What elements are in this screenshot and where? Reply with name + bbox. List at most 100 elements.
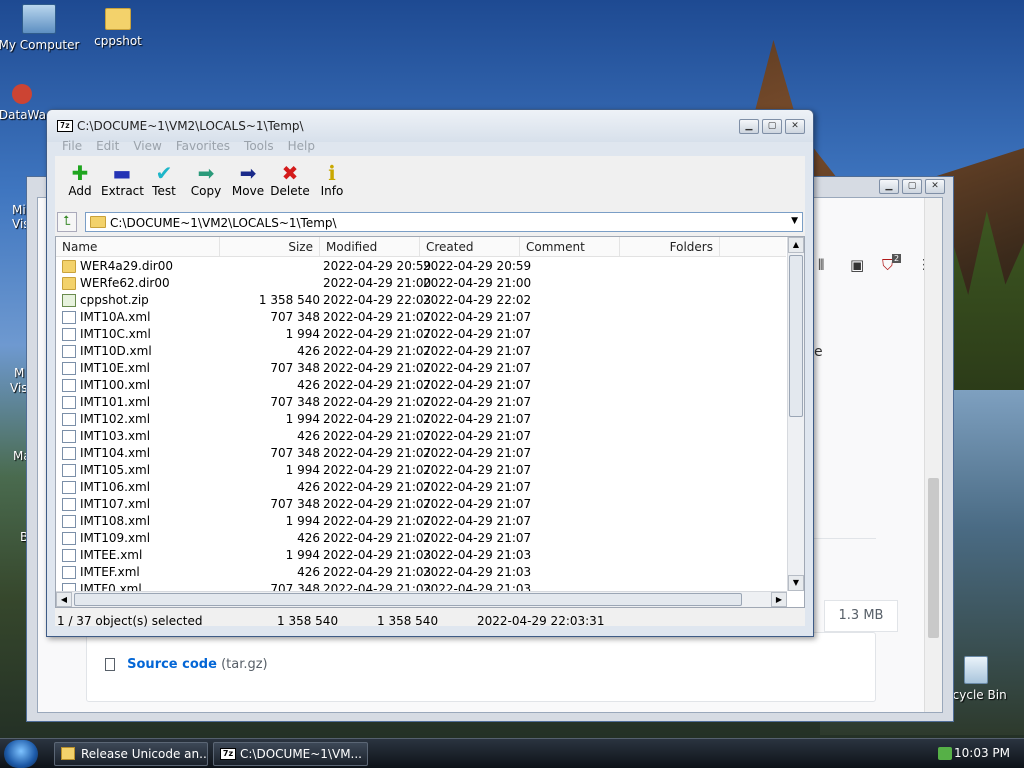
file-name: WER4a29.dir00 [80,259,174,273]
file-row[interactable]: IMT10A.xml 707 348 2022-04-29 21:07 2022-04… [56,309,786,326]
menu-view[interactable]: View [126,136,168,156]
add-button[interactable]: ✚ Add [59,156,101,210]
file-list[interactable]: Name Size Modified Created Comment Folde… [55,236,805,608]
desktop-icon-cppshot[interactable]: cppshot [76,4,160,48]
sevenzip-window[interactable]: 7z C:\DOCUME~1\VM2\LOCALS~1\Temp\ ▁ ▢ ✕ … [46,109,814,637]
file-row[interactable]: IMT106.xml 426 2022-04-29 21:07 2022-04-29 … [56,479,786,496]
menu-tools[interactable]: Tools [237,136,281,156]
file-row[interactable]: IMTEE.xml 1 994 2022-04-29 21:03 2022-04-29… [56,547,786,564]
file-row[interactable]: IMT108.xml 1 994 2022-04-29 21:07 2022-04-2… [56,513,786,530]
column-name[interactable]: Name [56,237,220,256]
file-modified: 2022-04-29 21:07 [323,395,432,409]
menu-help[interactable]: Help [281,136,322,156]
maximize-icon[interactable]: ▢ [902,179,922,194]
file-row[interactable]: IMT109.xml 426 2022-04-29 21:07 2022-04-29 … [56,530,786,547]
file-created: 2022-04-29 21:03 [423,548,532,562]
file-row[interactable]: WER4a29.dir00 2022-04-29 20:59 2022-04-29 … [56,258,786,275]
folder-icon [62,260,76,273]
file-size: 707 348 [270,361,320,375]
file-created: 2022-04-29 21:07 [423,531,532,545]
network-tray-icon[interactable] [938,747,952,760]
menu-file[interactable]: File [55,136,89,156]
sidebar-icon[interactable]: ▣ [850,256,864,274]
file-row[interactable]: IMT105.xml 1 994 2022-04-29 21:07 2022-04-2… [56,462,786,479]
file-name: IMT108.xml [80,514,151,528]
file-size: 1 994 [285,514,320,528]
window-title: C:\DOCUME~1\VM2\LOCALS~1\Temp\ [77,119,304,133]
file-row[interactable]: cppshot.zip 1 358 540 2022-04-29 22:03 2022… [56,292,786,309]
xml-file-icon [62,464,76,477]
file-row[interactable]: IMT104.xml 707 348 2022-04-29 21:07 2022-04… [56,445,786,462]
asset-row-source[interactable]: Source code (tar.gz) [86,632,876,702]
file-created: 2022-04-29 21:07 [423,497,532,511]
file-created: 2022-04-29 21:07 [423,344,532,358]
horizontal-scrollbar[interactable]: ◀ ▶ [56,591,787,607]
desktop-icon-my-computer[interactable]: My Computer [0,4,81,52]
column-created[interactable]: Created [420,237,520,256]
scroll-thumb[interactable] [789,255,803,417]
sevenzip-app-icon: 7z [220,748,236,760]
xml-file-icon [62,396,76,409]
menu-favorites[interactable]: Favorites [169,136,237,156]
column-comment[interactable]: Comment [520,237,620,256]
minimize-icon[interactable]: ▁ [739,119,759,134]
file-modified: 2022-04-29 21:07 [323,310,432,324]
scroll-left-icon[interactable]: ◀ [56,592,72,607]
delete-x-icon: ✖ [281,161,299,185]
column-modified[interactable]: Modified [320,237,420,256]
xml-file-icon [62,311,76,324]
menu-edit[interactable]: Edit [89,136,126,156]
copy-button[interactable]: ➡ Copy [185,156,227,210]
scroll-down-icon[interactable]: ▼ [788,575,804,591]
file-size: 426 [297,378,320,392]
file-modified: 2022-04-29 21:07 [323,497,432,511]
file-name: IMT100.xml [80,378,151,392]
file-rows: WER4a29.dir00 2022-04-29 20:59 2022-04-29 … [56,258,786,598]
file-row[interactable]: IMT100.xml 426 2022-04-29 21:07 2022-04-29 … [56,377,786,394]
file-row[interactable]: IMT103.xml 426 2022-04-29 21:07 2022-04-29 … [56,428,786,445]
file-row[interactable]: IMT101.xml 707 348 2022-04-29 21:07 2022-04… [56,394,786,411]
source-code-link[interactable]: Source code [127,657,217,672]
info-button[interactable]: ℹ Info [311,156,353,210]
close-icon[interactable]: ✕ [925,179,945,194]
delete-button[interactable]: ✖ Delete [269,156,311,210]
scroll-right-icon[interactable]: ▶ [771,592,787,607]
hscroll-thumb[interactable] [74,593,742,606]
vertical-scrollbar[interactable]: ▲ ▼ [787,237,804,591]
file-row[interactable]: IMT102.xml 1 994 2022-04-29 21:07 2022-04-2… [56,411,786,428]
file-row[interactable]: IMT107.xml 707 348 2022-04-29 21:07 2022-04… [56,496,786,513]
scroll-up-icon[interactable]: ▲ [788,237,804,253]
browser-scroll-thumb[interactable] [928,478,939,638]
xml-file-icon [62,515,76,528]
extract-button[interactable]: ▬ Extract [101,156,144,210]
file-row[interactable]: IMT10C.xml 1 994 2022-04-29 21:07 2022-04-2… [56,326,786,343]
browser-scrollbar[interactable] [924,198,942,712]
column-size[interactable]: Size [220,237,320,256]
chevron-down-icon[interactable]: ▼ [791,216,798,226]
up-folder-icon[interactable]: ⮤ [57,212,77,232]
file-row[interactable]: WERfe62.dir00 2022-04-29 21:00 2022-04-29 … [56,275,786,292]
minimize-icon[interactable]: ▁ [879,179,899,194]
file-modified: 2022-04-29 21:07 [323,463,432,477]
file-modified: 2022-04-29 21:03 [323,548,432,562]
library-icon[interactable]: ⫴ [818,256,824,274]
file-row[interactable]: IMT10D.xml 426 2022-04-29 21:07 2022-04-29 … [56,343,786,360]
file-name: IMT105.xml [80,463,151,477]
address-field[interactable]: C:\DOCUME~1\VM2\LOCALS~1\Temp\ ▼ [85,212,803,232]
start-button[interactable] [4,740,38,768]
column-folders[interactable]: Folders [620,237,720,256]
test-button[interactable]: ✔ Test [143,156,185,210]
file-name: IMT106.xml [80,480,151,494]
taskbar-button-7zip[interactable]: 7z C:\DOCUME~1\VM... [213,742,368,766]
move-button[interactable]: ➡ Move [227,156,269,210]
sevenzip-app-icon: 7z [57,120,73,132]
file-created: 2022-04-29 21:07 [423,429,532,443]
file-row[interactable]: IMT10E.xml 707 348 2022-04-29 21:07 2022-04… [56,360,786,377]
file-row[interactable]: IMTEF.xml 426 2022-04-29 21:03 2022-04-29 2… [56,564,786,581]
maximize-icon[interactable]: ▢ [762,119,782,134]
close-icon[interactable]: ✕ [785,119,805,134]
taskbar-button-browser[interactable]: Release Unicode an... [54,742,208,766]
file-modified: 2022-04-29 21:07 [323,531,432,545]
taskbar-button-label: Release Unicode an... [81,747,208,761]
clock[interactable]: 10:03 PM [954,746,1010,760]
